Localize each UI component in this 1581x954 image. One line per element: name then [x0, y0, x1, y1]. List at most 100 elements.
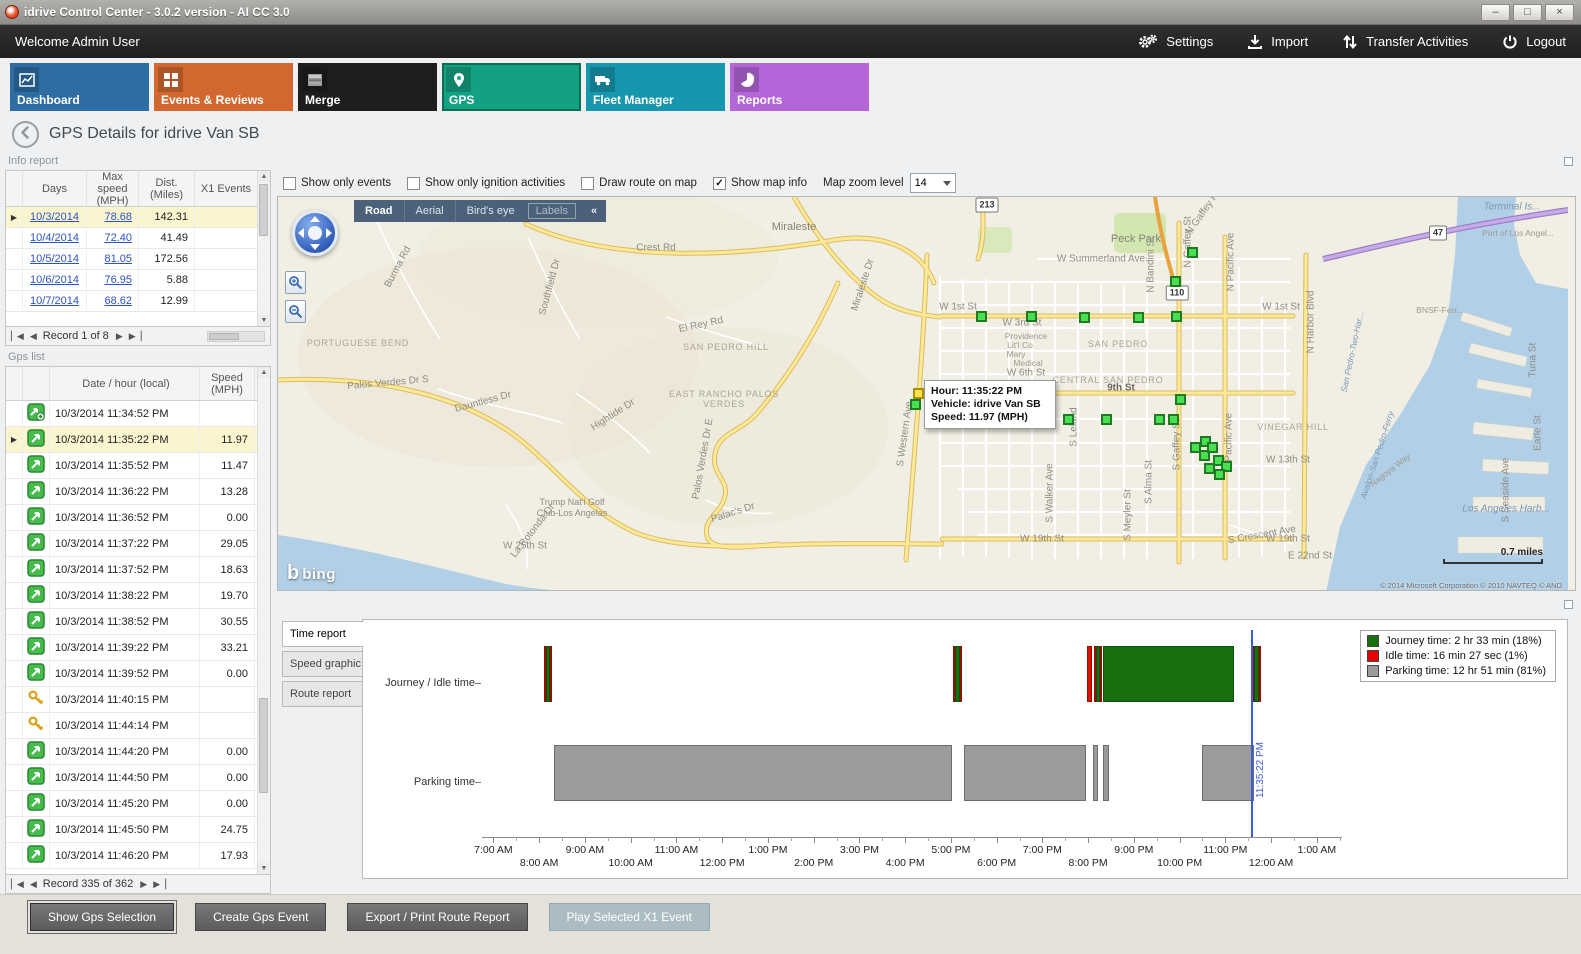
- footer-button-show-gps-selection[interactable]: Show Gps Selection: [30, 903, 174, 931]
- scrollbar-thumb[interactable]: [259, 184, 268, 236]
- nav-tile-dashboard[interactable]: Dashboard: [10, 63, 149, 111]
- nav-tile-events-reviews[interactable]: Events & Reviews: [154, 63, 293, 111]
- pan-north-icon[interactable]: [310, 216, 320, 222]
- gps-list-row[interactable]: ▶10/3/2014 11:35:22 PM11.97: [6, 427, 257, 453]
- last-page-icon[interactable]: ▶▕: [153, 879, 165, 890]
- gps-point-marker[interactable]: [976, 311, 987, 322]
- max-speed-link[interactable]: 78.68: [104, 211, 132, 223]
- scrollbar-track[interactable]: [258, 182, 270, 315]
- gps-list-row[interactable]: 10/3/2014 11:44:14 PM: [6, 713, 257, 739]
- last-page-icon[interactable]: ▶▕: [129, 331, 141, 342]
- gps-point-marker[interactable]: [1170, 276, 1181, 287]
- checkbox-show-only-events[interactable]: Show only events: [283, 177, 391, 190]
- gps-list-row[interactable]: 10/3/2014 11:35:52 PM11.47: [6, 453, 257, 479]
- footer-button-create-gps-event[interactable]: Create Gps Event: [195, 903, 326, 931]
- map-panel-collapse-button[interactable]: [1564, 157, 1573, 166]
- first-page-icon[interactable]: ▏◀: [11, 331, 23, 342]
- close-button[interactable]: ×: [1545, 4, 1574, 21]
- gps-point-marker[interactable]: [1214, 469, 1225, 480]
- max-speed-link[interactable]: 76.95: [104, 274, 132, 286]
- pan-south-icon[interactable]: [310, 244, 320, 250]
- gps-point-marker[interactable]: [1168, 414, 1179, 425]
- gps-point-marker[interactable]: [1133, 312, 1144, 323]
- gps-point-marker[interactable]: [1154, 414, 1165, 425]
- zoom-out-button[interactable]: [285, 300, 306, 323]
- gps-point-marker[interactable]: [1101, 414, 1112, 425]
- maximize-button[interactable]: □: [1513, 4, 1542, 21]
- topbar-action-transfer-activities[interactable]: Transfer Activities: [1342, 34, 1468, 50]
- topbar-action-settings[interactable]: Settings: [1138, 34, 1213, 50]
- nav-tile-fleet-manager[interactable]: Fleet Manager: [586, 63, 725, 111]
- map-canvas[interactable]: MiralesteMiraleste DrPeck ParkW Summerla…: [278, 197, 1568, 591]
- gps-list-row[interactable]: 10/3/2014 11:40:15 PM: [6, 687, 257, 713]
- scrollbar-thumb[interactable]: [209, 333, 239, 340]
- info-report-row[interactable]: ▶10/3/201478.68142.31: [6, 207, 257, 228]
- info-report-row[interactable]: 10/5/201481.05172.56: [6, 249, 257, 270]
- gps-list-row[interactable]: 10/3/2014 11:45:20 PM0.00: [6, 791, 257, 817]
- nav-tile-merge[interactable]: Merge: [298, 63, 437, 111]
- day-link[interactable]: 10/3/2014: [30, 211, 79, 223]
- gps-list-row[interactable]: 10/3/2014 11:44:20 PM0.00: [6, 739, 257, 765]
- next-page-icon[interactable]: ▶: [140, 879, 146, 890]
- gps-list-row[interactable]: 10/3/2014 11:37:52 PM18.63: [6, 557, 257, 583]
- gps-point-marker[interactable]: [1026, 311, 1037, 322]
- pan-west-icon[interactable]: [298, 228, 304, 238]
- gps-point-marker[interactable]: [1079, 312, 1090, 323]
- day-link[interactable]: 10/7/2014: [30, 295, 79, 307]
- map-pan-compass-icon[interactable]: [292, 210, 338, 256]
- gps-list-row[interactable]: 10/3/2014 11:39:22 PM33.21: [6, 635, 257, 661]
- back-button[interactable]: [12, 121, 39, 148]
- scrollbar-track[interactable]: [258, 378, 270, 863]
- chart-tab-route-report[interactable]: Route report: [282, 681, 363, 707]
- scroll-down-icon[interactable]: ▼: [258, 315, 270, 326]
- gps-point-marker[interactable]: [1207, 442, 1218, 453]
- gps-list-row[interactable]: 10/3/2014 11:38:22 PM19.70: [6, 583, 257, 609]
- checkbox-show-map-info[interactable]: ✓Show map info: [713, 177, 807, 190]
- gps-list-row[interactable]: 10/3/2014 11:36:52 PM0.00: [6, 505, 257, 531]
- checkbox-box[interactable]: [283, 177, 296, 190]
- scrollbar-thumb[interactable]: [259, 698, 268, 793]
- checkbox-show-only-ignition-activities[interactable]: Show only ignition activities: [407, 177, 565, 190]
- info-report-row[interactable]: 10/4/201472.4041.49: [6, 228, 257, 249]
- info-report-row[interactable]: 10/7/201468.6212.99: [6, 291, 257, 312]
- scroll-up-icon[interactable]: ▲: [258, 367, 270, 378]
- prev-page-icon[interactable]: ◀: [30, 879, 36, 890]
- checkbox-box[interactable]: ✓: [713, 177, 726, 190]
- pan-center-icon[interactable]: [308, 226, 322, 240]
- gps-point-marker[interactable]: [1063, 414, 1074, 425]
- gps-point-marker[interactable]: [1171, 311, 1182, 322]
- gps-list-row[interactable]: 10/3/2014 11:37:22 PM29.05: [6, 531, 257, 557]
- horizontal-scrollbar[interactable]: [207, 331, 265, 342]
- checkbox-box[interactable]: [581, 177, 594, 190]
- pan-east-icon[interactable]: [326, 228, 332, 238]
- info-report-vertical-scrollbar[interactable]: ▲ ▼: [257, 171, 270, 326]
- chart-tab-time-report[interactable]: Time report: [282, 621, 364, 647]
- map-container[interactable]: MiralesteMiraleste DrPeck ParkW Summerla…: [277, 196, 1576, 591]
- map-tabs-collapse-icon[interactable]: «: [582, 200, 606, 222]
- nav-tile-reports[interactable]: Reports: [730, 63, 869, 111]
- gps-point-marker[interactable]: [910, 399, 921, 410]
- map-style-tab-road[interactable]: Road: [354, 200, 404, 222]
- topbar-action-logout[interactable]: Logout: [1502, 34, 1566, 50]
- max-speed-link[interactable]: 81.05: [104, 253, 132, 265]
- map-style-tab-labels[interactable]: Labels: [528, 203, 576, 219]
- prev-page-icon[interactable]: ◀: [30, 331, 36, 342]
- checkbox-box[interactable]: [407, 177, 420, 190]
- map-zoom-select[interactable]: 14: [910, 173, 956, 193]
- day-link[interactable]: 10/5/2014: [30, 253, 79, 265]
- map-style-tab-bird-s-eye[interactable]: Bird's eye: [455, 200, 526, 222]
- day-link[interactable]: 10/4/2014: [30, 232, 79, 244]
- gps-list-vertical-scrollbar[interactable]: ▲ ▼: [257, 367, 270, 874]
- info-report-row[interactable]: 10/6/201476.955.88: [6, 270, 257, 291]
- map-style-tab-aerial[interactable]: Aerial: [404, 200, 455, 222]
- selected-gps-point-marker[interactable]: [913, 388, 924, 399]
- scroll-down-icon[interactable]: ▼: [258, 863, 270, 874]
- first-page-icon[interactable]: ▏◀: [11, 879, 23, 890]
- checkbox-draw-route-on-map[interactable]: Draw route on map: [581, 177, 697, 190]
- next-page-icon[interactable]: ▶: [116, 331, 122, 342]
- chart-panel-collapse-button[interactable]: [1564, 600, 1573, 609]
- gps-list-row[interactable]: 10/3/2014 11:36:22 PM13.28: [6, 479, 257, 505]
- gps-list-row[interactable]: 10/3/2014 11:45:50 PM24.75: [6, 817, 257, 843]
- topbar-action-import[interactable]: Import: [1247, 34, 1308, 50]
- gps-list-row[interactable]: 10/3/2014 11:38:52 PM30.55: [6, 609, 257, 635]
